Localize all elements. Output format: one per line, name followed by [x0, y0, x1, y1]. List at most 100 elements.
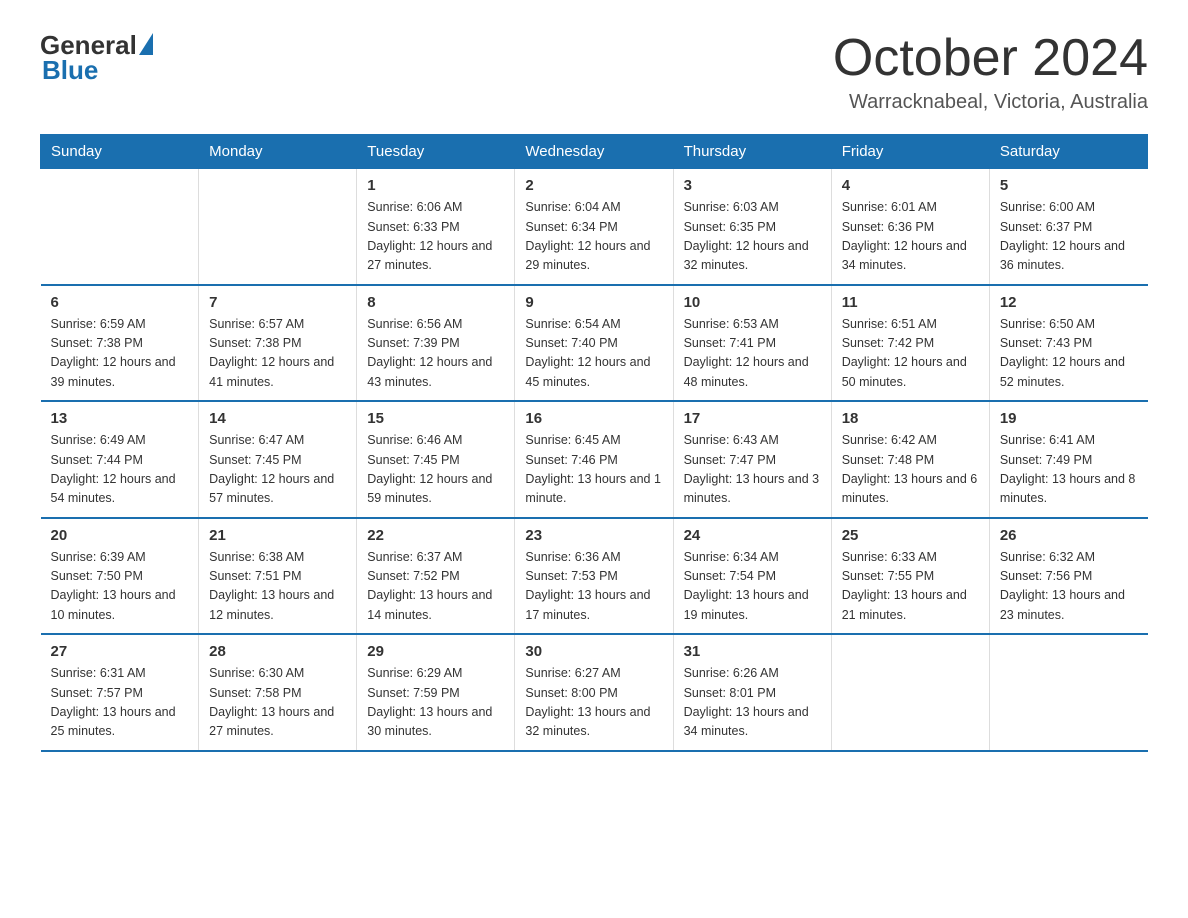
- calendar-cell: [41, 169, 199, 285]
- calendar-cell: 22 Sunrise: 6:37 AM Sunset: 7:52 PM Dayli…: [357, 518, 515, 635]
- day-info: Sunrise: 6:27 AM Sunset: 8:00 PM Dayligh…: [525, 664, 662, 742]
- day-info: Sunrise: 6:33 AM Sunset: 7:55 PM Dayligh…: [842, 548, 979, 626]
- day-number: 5: [1000, 177, 1138, 194]
- calendar-cell: 16 Sunrise: 6:45 AM Sunset: 7:46 PM Dayli…: [515, 401, 673, 518]
- day-info: Sunrise: 6:00 AM Sunset: 6:37 PM Dayligh…: [1000, 198, 1138, 276]
- day-number: 16: [525, 410, 662, 427]
- calendar-body: 1 Sunrise: 6:06 AM Sunset: 6:33 PM Daylig…: [41, 169, 1148, 751]
- day-number: 13: [51, 410, 189, 427]
- weekday-header-thursday: Thursday: [673, 135, 831, 169]
- day-number: 6: [51, 294, 189, 311]
- week-row-4: 20 Sunrise: 6:39 AM Sunset: 7:50 PM Dayli…: [41, 518, 1148, 635]
- day-number: 21: [209, 527, 346, 544]
- calendar-cell: [199, 169, 357, 285]
- calendar-cell: 12 Sunrise: 6:50 AM Sunset: 7:43 PM Dayli…: [989, 285, 1147, 402]
- day-info: Sunrise: 6:32 AM Sunset: 7:56 PM Dayligh…: [1000, 548, 1138, 626]
- day-number: 26: [1000, 527, 1138, 544]
- day-number: 20: [51, 527, 189, 544]
- day-number: 4: [842, 177, 979, 194]
- day-info: Sunrise: 6:45 AM Sunset: 7:46 PM Dayligh…: [525, 431, 662, 509]
- calendar-cell: 15Sunrise: 6:46 AM Sunset: 7:45 PM Dayli…: [357, 401, 515, 518]
- day-info: Sunrise: 6:36 AM Sunset: 7:53 PM Dayligh…: [525, 548, 662, 626]
- calendar-cell: 19 Sunrise: 6:41 AM Sunset: 7:49 PM Dayli…: [989, 401, 1147, 518]
- calendar-cell: 18Sunrise: 6:42 AM Sunset: 7:48 PM Dayli…: [831, 401, 989, 518]
- calendar-cell: 8 Sunrise: 6:56 AM Sunset: 7:39 PM Daylig…: [357, 285, 515, 402]
- day-number: 30: [525, 643, 662, 660]
- day-number: 19: [1000, 410, 1138, 427]
- calendar-cell: 4 Sunrise: 6:01 AM Sunset: 6:36 PM Daylig…: [831, 169, 989, 285]
- calendar-table: SundayMondayTuesdayWednesdayThursdayFrid…: [40, 134, 1148, 752]
- day-number: 22: [367, 527, 504, 544]
- day-number: 8: [367, 294, 504, 311]
- day-info: Sunrise: 6:37 AM Sunset: 7:52 PM Dayligh…: [367, 548, 504, 626]
- days-of-week-row: SundayMondayTuesdayWednesdayThursdayFrid…: [41, 135, 1148, 169]
- calendar-cell: 20 Sunrise: 6:39 AM Sunset: 7:50 PM Dayli…: [41, 518, 199, 635]
- calendar-cell: 1 Sunrise: 6:06 AM Sunset: 6:33 PM Daylig…: [357, 169, 515, 285]
- day-info: Sunrise: 6:57 AM Sunset: 7:38 PM Dayligh…: [209, 315, 346, 393]
- day-info: Sunrise: 6:46 AM Sunset: 7:45 PM Dayligh…: [367, 431, 504, 509]
- calendar-cell: 2 Sunrise: 6:04 AM Sunset: 6:34 PM Daylig…: [515, 169, 673, 285]
- calendar-cell: 14Sunrise: 6:47 AM Sunset: 7:45 PM Dayli…: [199, 401, 357, 518]
- day-number: 23: [525, 527, 662, 544]
- day-number: 28: [209, 643, 346, 660]
- day-info: Sunrise: 6:03 AM Sunset: 6:35 PM Dayligh…: [684, 198, 821, 276]
- month-title: October 2024: [833, 30, 1148, 87]
- calendar-cell: 28Sunrise: 6:30 AM Sunset: 7:58 PM Dayli…: [199, 634, 357, 751]
- logo-blue: Blue: [42, 55, 98, 86]
- logo: General Blue: [40, 30, 153, 86]
- calendar-cell: 6Sunrise: 6:59 AM Sunset: 7:38 PM Daylig…: [41, 285, 199, 402]
- calendar-cell: 7 Sunrise: 6:57 AM Sunset: 7:38 PM Daylig…: [199, 285, 357, 402]
- calendar-cell: 26 Sunrise: 6:32 AM Sunset: 7:56 PM Dayli…: [989, 518, 1147, 635]
- day-info: Sunrise: 6:51 AM Sunset: 7:42 PM Dayligh…: [842, 315, 979, 393]
- day-number: 24: [684, 527, 821, 544]
- calendar-cell: 29Sunrise: 6:29 AM Sunset: 7:59 PM Dayli…: [357, 634, 515, 751]
- calendar-cell: 27Sunrise: 6:31 AM Sunset: 7:57 PM Dayli…: [41, 634, 199, 751]
- location: Warracknabeal, Victoria, Australia: [833, 91, 1148, 114]
- day-number: 9: [525, 294, 662, 311]
- day-info: Sunrise: 6:50 AM Sunset: 7:43 PM Dayligh…: [1000, 315, 1138, 393]
- day-number: 3: [684, 177, 821, 194]
- weekday-header-monday: Monday: [199, 135, 357, 169]
- weekday-header-wednesday: Wednesday: [515, 135, 673, 169]
- calendar-cell: [989, 634, 1147, 751]
- calendar-cell: 25 Sunrise: 6:33 AM Sunset: 7:55 PM Dayli…: [831, 518, 989, 635]
- calendar-cell: 23 Sunrise: 6:36 AM Sunset: 7:53 PM Dayli…: [515, 518, 673, 635]
- day-number: 29: [367, 643, 504, 660]
- weekday-header-tuesday: Tuesday: [357, 135, 515, 169]
- day-info: Sunrise: 6:04 AM Sunset: 6:34 PM Dayligh…: [525, 198, 662, 276]
- day-info: Sunrise: 6:42 AM Sunset: 7:48 PM Dayligh…: [842, 431, 979, 509]
- logo-triangle-icon: [139, 33, 153, 55]
- day-info: Sunrise: 6:41 AM Sunset: 7:49 PM Dayligh…: [1000, 431, 1138, 509]
- calendar-cell: 5 Sunrise: 6:00 AM Sunset: 6:37 PM Daylig…: [989, 169, 1147, 285]
- weekday-header-sunday: Sunday: [41, 135, 199, 169]
- calendar-cell: 24 Sunrise: 6:34 AM Sunset: 7:54 PM Dayli…: [673, 518, 831, 635]
- day-number: 7: [209, 294, 346, 311]
- week-row-3: 13 Sunrise: 6:49 AM Sunset: 7:44 PM Dayli…: [41, 401, 1148, 518]
- day-info: Sunrise: 6:06 AM Sunset: 6:33 PM Dayligh…: [367, 198, 504, 276]
- day-info: Sunrise: 6:39 AM Sunset: 7:50 PM Dayligh…: [51, 548, 189, 626]
- day-info: Sunrise: 6:56 AM Sunset: 7:39 PM Dayligh…: [367, 315, 504, 393]
- day-number: 31: [684, 643, 821, 660]
- day-number: 25: [842, 527, 979, 544]
- calendar-cell: 9Sunrise: 6:54 AM Sunset: 7:40 PM Daylig…: [515, 285, 673, 402]
- week-row-1: 1 Sunrise: 6:06 AM Sunset: 6:33 PM Daylig…: [41, 169, 1148, 285]
- calendar-cell: [831, 634, 989, 751]
- day-number: 12: [1000, 294, 1138, 311]
- day-number: 1: [367, 177, 504, 194]
- calendar-cell: 30 Sunrise: 6:27 AM Sunset: 8:00 PM Dayli…: [515, 634, 673, 751]
- day-info: Sunrise: 6:31 AM Sunset: 7:57 PM Dayligh…: [51, 664, 189, 742]
- day-number: 2: [525, 177, 662, 194]
- calendar-cell: 11Sunrise: 6:51 AM Sunset: 7:42 PM Dayli…: [831, 285, 989, 402]
- week-row-5: 27Sunrise: 6:31 AM Sunset: 7:57 PM Dayli…: [41, 634, 1148, 751]
- day-info: Sunrise: 6:38 AM Sunset: 7:51 PM Dayligh…: [209, 548, 346, 626]
- calendar-header: SundayMondayTuesdayWednesdayThursdayFrid…: [41, 135, 1148, 169]
- day-number: 17: [684, 410, 821, 427]
- day-info: Sunrise: 6:53 AM Sunset: 7:41 PM Dayligh…: [684, 315, 821, 393]
- week-row-2: 6Sunrise: 6:59 AM Sunset: 7:38 PM Daylig…: [41, 285, 1148, 402]
- day-info: Sunrise: 6:34 AM Sunset: 7:54 PM Dayligh…: [684, 548, 821, 626]
- day-info: Sunrise: 6:26 AM Sunset: 8:01 PM Dayligh…: [684, 664, 821, 742]
- day-info: Sunrise: 6:01 AM Sunset: 6:36 PM Dayligh…: [842, 198, 979, 276]
- weekday-header-friday: Friday: [831, 135, 989, 169]
- calendar-cell: 31 Sunrise: 6:26 AM Sunset: 8:01 PM Dayli…: [673, 634, 831, 751]
- day-info: Sunrise: 6:49 AM Sunset: 7:44 PM Dayligh…: [51, 431, 189, 509]
